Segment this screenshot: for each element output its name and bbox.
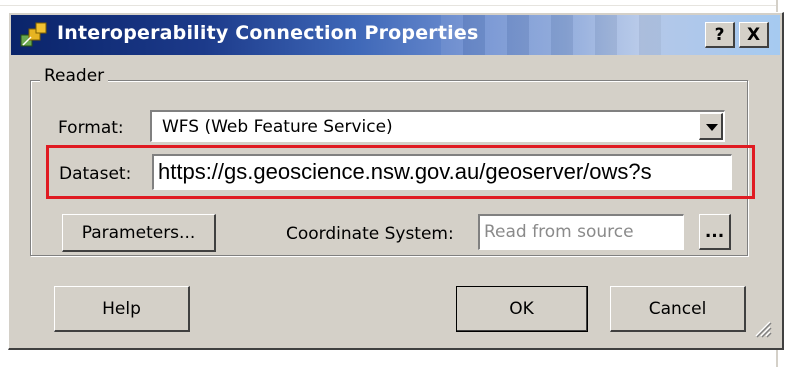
fme-workbench-icon xyxy=(20,22,47,47)
reader-group-label: Reader xyxy=(40,66,109,86)
window-title: Interoperability Connection Properties xyxy=(57,22,479,44)
cancel-button[interactable]: Cancel xyxy=(610,286,746,332)
page-edge-top xyxy=(0,5,778,6)
ok-button[interactable]: OK xyxy=(456,286,588,332)
format-dropdown[interactable]: WFS (Web Feature Service) xyxy=(150,110,725,142)
coordinate-system-label: Coordinate System: xyxy=(286,224,454,244)
resize-grip-icon[interactable] xyxy=(752,318,772,338)
help-button[interactable]: Help xyxy=(54,286,190,332)
format-label: Format: xyxy=(58,118,124,138)
close-button[interactable]: X xyxy=(739,22,769,48)
chevron-down-icon[interactable] xyxy=(699,113,723,140)
title-bar[interactable]: Interoperability Connection Properties ?… xyxy=(11,15,780,55)
parameters-button[interactable]: Parameters... xyxy=(62,214,216,252)
title-help-button[interactable]: ? xyxy=(705,22,735,48)
dataset-highlight-box xyxy=(46,145,755,199)
format-selected-value: WFS (Web Feature Service) xyxy=(162,117,393,137)
coordinate-system-browse-button[interactable]: ... xyxy=(699,214,731,250)
parameters-button-label: Parameters... xyxy=(81,222,196,243)
coordinate-system-field[interactable]: Read from source xyxy=(478,214,684,250)
